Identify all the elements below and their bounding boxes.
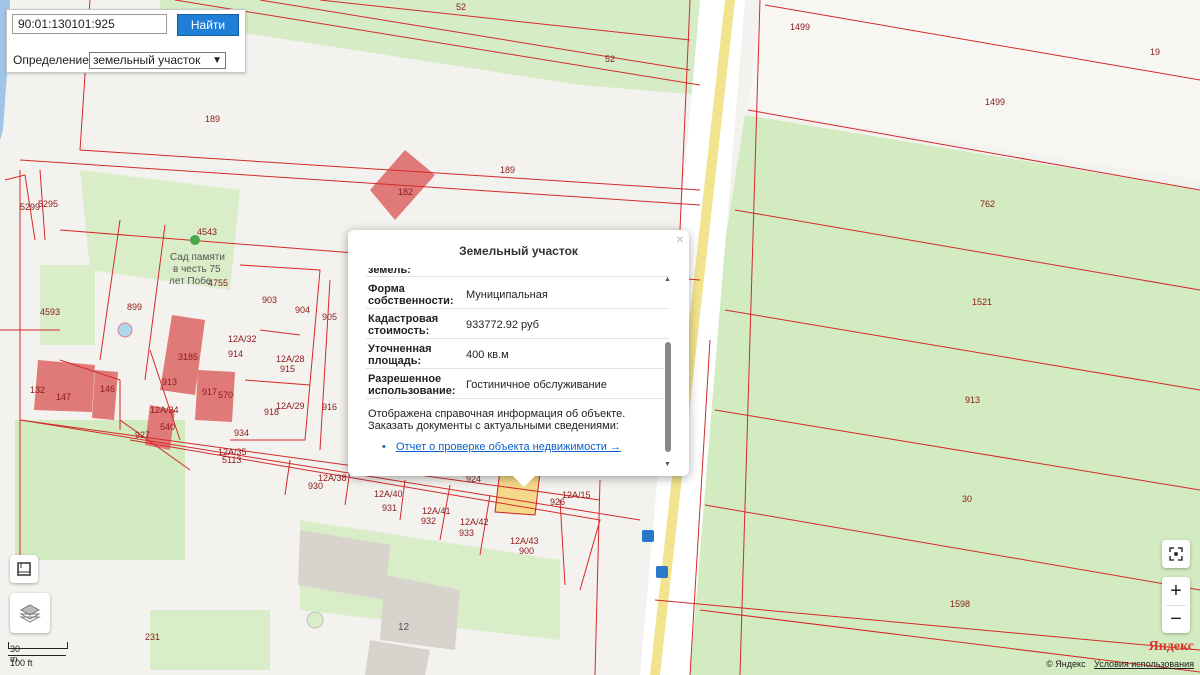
parcel-label: 914 — [228, 349, 243, 359]
parcel-label: 12А/32 — [228, 334, 257, 344]
info-row: Разрешенное использование: Гостиничное о… — [366, 370, 669, 399]
parcel-label: 762 — [980, 199, 995, 209]
fullscreen-button[interactable] — [1162, 540, 1190, 568]
zoom-out-button[interactable]: − — [1162, 605, 1190, 633]
parcel-label: 570 — [218, 390, 233, 400]
parcel-label: 12А/34 — [150, 405, 179, 415]
parcel-label: 19 — [1150, 47, 1160, 57]
zoom-in-button[interactable]: + — [1162, 577, 1190, 605]
parcel-label: 913 — [162, 377, 177, 387]
scale-feet: 100 ft — [10, 658, 33, 668]
parcel-label: 934 — [234, 428, 249, 438]
parcel-label: 905 — [322, 312, 337, 322]
parcel-label: 12А/29 — [276, 401, 305, 411]
parcel-label: 1499 — [790, 22, 810, 32]
parcel-label: 1598 — [950, 599, 970, 609]
row-value: Муниципальная — [466, 289, 548, 301]
cut-row: земель: — [366, 268, 669, 277]
parcel-label: 52 — [456, 2, 466, 12]
parcel-label: 189 — [205, 114, 220, 124]
parcel-label: 231 — [145, 632, 160, 642]
parcel-label: 4593 — [40, 307, 60, 317]
find-button[interactable]: Найти — [177, 14, 239, 36]
parcel-label: 900 — [519, 546, 534, 556]
popup-title: Земельный участок — [459, 244, 578, 258]
copyright-text: © Яндекс — [1046, 659, 1086, 669]
scroll-up-icon[interactable]: ▲ — [664, 276, 671, 283]
parcel-label: 5113 — [222, 455, 241, 465]
fullscreen-icon — [1169, 547, 1183, 561]
parcel-label: 3185 — [178, 352, 198, 362]
parcel-label: 899 — [127, 302, 142, 312]
parcel-label: 540 — [160, 422, 175, 432]
parcel-label: 12А/38 — [318, 473, 347, 483]
parcel-label: 913 — [965, 395, 980, 405]
info-row: Уточненная площадь: 400 кв.м — [366, 340, 669, 369]
layers-button[interactable] — [10, 593, 50, 633]
parcel-label: 12А/28 — [276, 354, 305, 364]
row-value: 400 кв.м — [466, 349, 509, 361]
parcel-label: 132 — [30, 385, 45, 395]
row-key: Разрешенное использование: — [368, 373, 456, 397]
parcel-label: 904 — [295, 305, 310, 315]
parcel-label: 189 — [500, 165, 515, 175]
parcel-label: 12А/42 — [460, 517, 489, 527]
definition-selected-value: земельный участок — [93, 53, 201, 67]
parcel-label: 903 — [262, 295, 277, 305]
yandex-logo: Яндекс — [1148, 639, 1194, 654]
parcel-label: 1499 — [985, 97, 1005, 107]
row-key: Форма собственности: — [368, 283, 454, 307]
definition-label: Определение: — [13, 53, 93, 67]
object-info-popup: × Земельный участок земель: Форма собств… — [348, 230, 689, 487]
parcel-label: 4543 — [197, 227, 217, 237]
poi-label: лет Побе — [169, 275, 212, 287]
row-value: 933772.92 руб — [466, 319, 539, 331]
parcel-label: 146 — [100, 384, 115, 394]
poi-label: в честь 75 — [173, 264, 221, 275]
info-row: Кадастровая стоимость: 933772.92 руб — [366, 310, 669, 339]
row-value: Гостиничное обслуживание — [466, 379, 607, 391]
parcel-label: 12А/41 — [422, 506, 451, 516]
parcel-label: 52 — [605, 54, 615, 64]
row-key: Кадастровая стоимость: — [368, 313, 439, 337]
parcel-label: 5295 — [38, 199, 58, 209]
bullet-icon: • — [382, 441, 386, 453]
chevron-down-icon: ▼ — [212, 55, 222, 66]
parcel-label: 916 — [322, 402, 337, 412]
search-panel: 90:01:130101:925 Найти Определение: земе… — [6, 9, 246, 73]
parcel-label: 931 — [382, 503, 397, 513]
building-label: 12 — [398, 622, 410, 633]
terms-link[interactable]: Условия использования — [1094, 659, 1194, 669]
parcel-label: 182 — [398, 187, 413, 197]
parcel-label: 12А/40 — [374, 489, 403, 499]
zoom-control: + − — [1162, 577, 1190, 633]
parcel-label: 933 — [459, 528, 474, 538]
row-key: земель: — [368, 268, 411, 276]
info-note: Отображена справочная информация об объе… — [368, 408, 626, 432]
scroll-thumb[interactable] — [665, 342, 671, 452]
info-row: Форма собственности: Муниципальная — [366, 280, 669, 309]
ruler-icon — [17, 562, 31, 576]
parcel-label: 915 — [280, 364, 295, 374]
map-footer: © Яндекс Условия использования — [1046, 659, 1194, 669]
poi-label: Сад памяти — [170, 252, 225, 263]
parcel-label: 927 — [135, 430, 150, 440]
ruler-button[interactable] — [10, 555, 38, 583]
cadastral-search-input[interactable]: 90:01:130101:925 — [12, 14, 167, 34]
parcel-label: 932 — [421, 516, 436, 526]
layers-icon — [19, 604, 41, 623]
parcel-label: 12А/43 — [510, 536, 539, 546]
row-key: Уточненная площадь: — [368, 343, 432, 367]
popup-scrollbar[interactable]: ▲ ▼ — [664, 276, 671, 468]
parcel-label: 147 — [56, 392, 71, 402]
popup-content[interactable]: земель: Форма собственности: Муниципальн… — [366, 268, 669, 464]
parcel-label: 30 — [962, 494, 972, 504]
definition-select[interactable]: земельный участок ▼ — [89, 52, 226, 69]
parcel-label: 1521 — [972, 297, 992, 307]
parcel-label: 12А/15 — [562, 490, 591, 500]
report-link[interactable]: Отчет о проверке объекта недвижимости → — [396, 441, 621, 453]
parcel-label: 917 — [202, 387, 217, 397]
scroll-down-icon[interactable]: ▼ — [664, 461, 671, 468]
popup-tail — [512, 475, 536, 487]
